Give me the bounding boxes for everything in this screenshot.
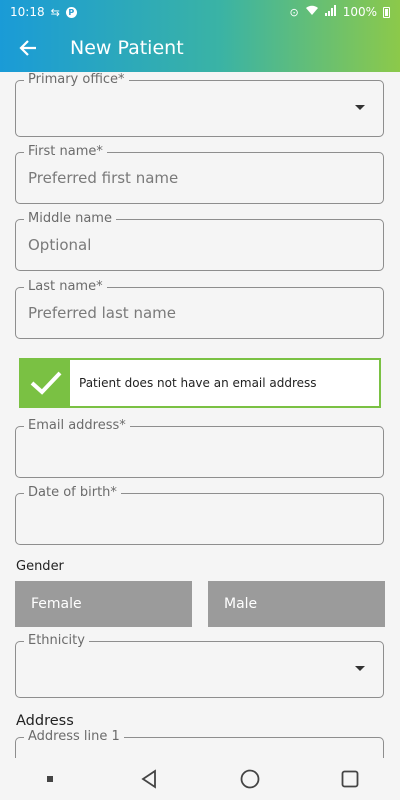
system-nav-bar — [0, 758, 400, 800]
primary-office-label: Primary office* — [24, 72, 129, 87]
voicemail-icon: ⊙ — [289, 5, 299, 19]
battery-percent: 100% — [342, 5, 377, 19]
usb-icon: ⇆ — [50, 5, 60, 19]
last-name-label: Last name* — [24, 279, 107, 294]
checkbox-checked[interactable] — [21, 360, 70, 406]
patient-form: Primary office* First name* Preferred fi… — [0, 72, 400, 758]
date-of-birth-field[interactable]: Date of birth* — [15, 485, 384, 545]
last-name-placeholder: Preferred last name — [28, 304, 176, 322]
ethnicity-select[interactable]: Ethnicity — [15, 633, 384, 698]
parking-notification-icon: P — [65, 6, 77, 18]
first-name-field[interactable]: First name* Preferred first name — [15, 144, 384, 204]
circle-home-icon — [240, 769, 260, 789]
home-button[interactable] — [230, 759, 270, 799]
back-button[interactable] — [0, 24, 56, 72]
recents-button[interactable] — [330, 759, 370, 799]
square-dot-icon — [47, 776, 53, 782]
email-label: Email address* — [24, 418, 130, 433]
arrow-left-icon — [19, 40, 36, 56]
last-name-field[interactable]: Last name* Preferred last name — [15, 279, 384, 339]
wifi-icon — [305, 5, 319, 19]
gender-male-button[interactable]: Male — [208, 581, 385, 627]
no-email-label: Patient does not have an email address — [79, 376, 317, 390]
middle-name-field[interactable]: Middle name Optional — [15, 211, 384, 271]
middle-name-label: Middle name — [24, 211, 116, 226]
gender-label: Gender — [16, 559, 64, 574]
page-title: New Patient — [70, 37, 184, 59]
app-bar: New Patient — [0, 24, 400, 72]
status-bar: 10:18 ⇆ P ⊙ 100% — [0, 0, 400, 24]
dropdown-arrow-icon — [355, 666, 365, 671]
address-line1-field[interactable]: Address line 1 — [15, 729, 384, 758]
ethnicity-label: Ethnicity — [24, 633, 89, 648]
first-name-placeholder: Preferred first name — [28, 169, 179, 187]
gender-female-button[interactable]: Female — [15, 581, 192, 627]
nav-back-button[interactable] — [130, 759, 170, 799]
battery-icon — [383, 6, 390, 18]
middle-name-placeholder: Optional — [28, 236, 92, 254]
address-line1-label: Address line 1 — [24, 729, 124, 744]
date-of-birth-label: Date of birth* — [24, 485, 121, 500]
email-field[interactable]: Email address* — [15, 418, 384, 478]
status-time: 10:18 — [10, 5, 45, 19]
dropdown-arrow-icon — [355, 105, 365, 110]
primary-office-select[interactable]: Primary office* — [15, 72, 384, 137]
menu-button[interactable] — [30, 759, 70, 799]
triangle-back-icon — [141, 769, 156, 789]
no-email-checkbox[interactable]: Patient does not have an email address — [19, 358, 381, 408]
signal-icon — [324, 5, 337, 19]
address-heading: Address — [16, 713, 74, 729]
first-name-label: First name* — [24, 144, 107, 159]
square-recents-icon — [341, 770, 359, 788]
checkmark-icon — [30, 371, 61, 395]
